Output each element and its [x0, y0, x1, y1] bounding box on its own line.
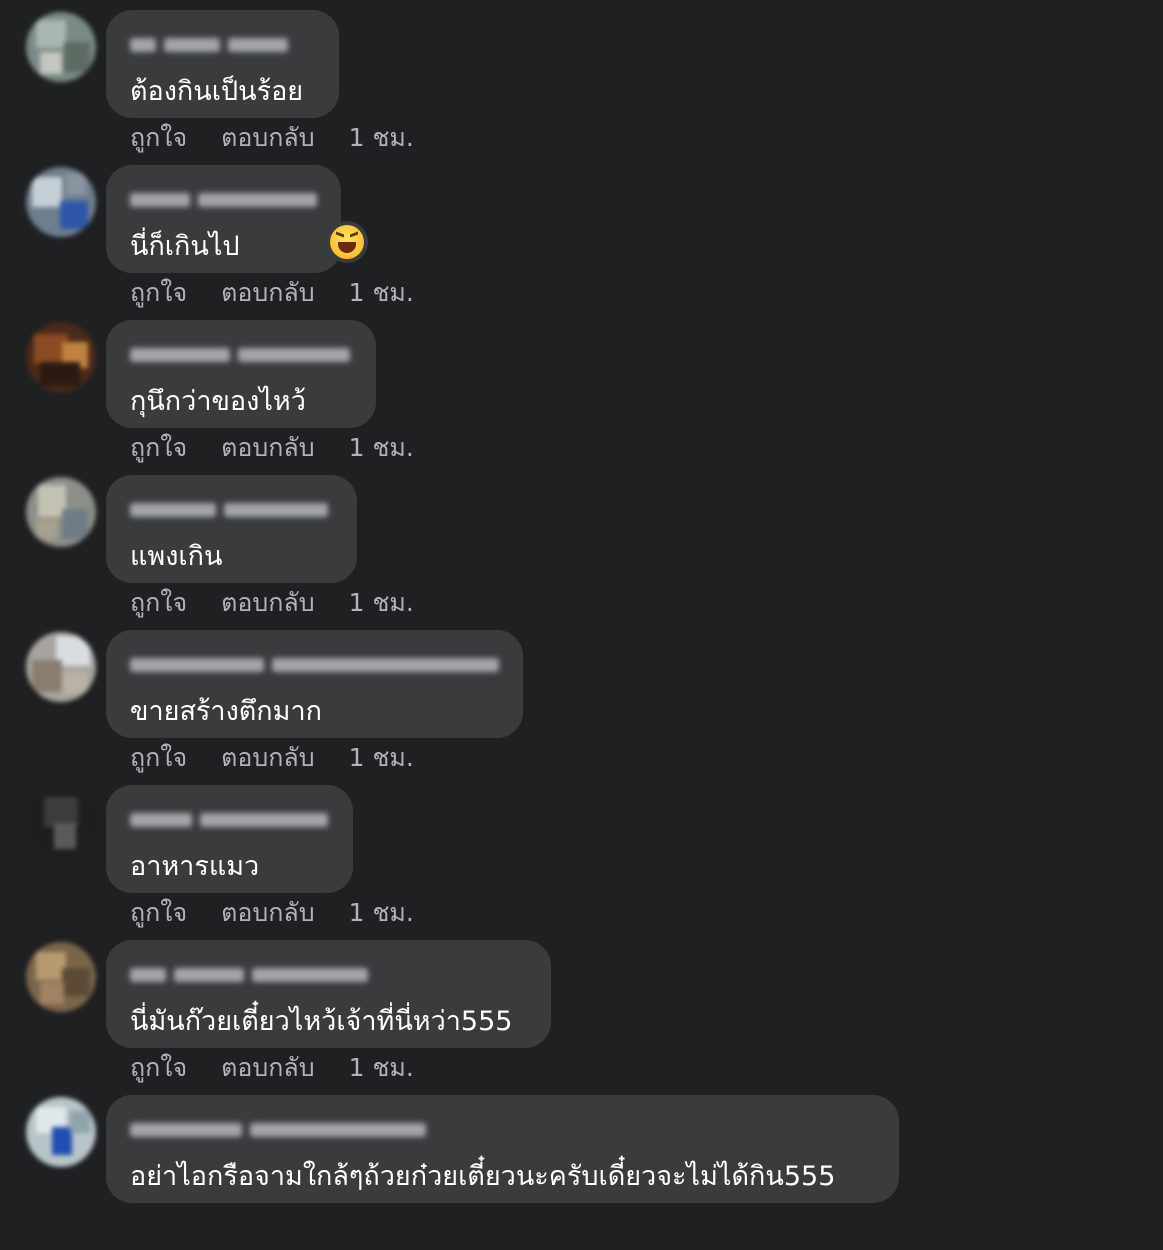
- comment-bubble: นี่มันก๊วยเตี๋ยวไหว้เจ้าที่นี่หว่า555: [106, 940, 551, 1048]
- comment-actions: ถูกใจ ตอบกลับ 1 ชม.: [130, 118, 414, 158]
- reply-button[interactable]: ตอบกลับ: [221, 428, 314, 468]
- comment-text: อย่าไอกรือจามใกล้ๆถ้วยก๋วยเตี๋ยวนะครับเด…: [130, 1161, 836, 1192]
- comment-bubble: อาหารแมว: [106, 785, 353, 893]
- comment: นี่มันก๊วยเตี๋ยวไหว้เจ้าที่นี่หว่า555 ถู…: [0, 940, 1163, 1095]
- timestamp[interactable]: 1 ชม.: [349, 893, 414, 933]
- author-name-redacted[interactable]: [130, 653, 499, 677]
- comment-text: นี่มันก๊วยเตี๋ยวไหว้เจ้าที่นี่หว่า555: [130, 1006, 513, 1037]
- avatar[interactable]: [26, 322, 96, 392]
- comment-actions: ถูกใจ ตอบกลับ 1 ชม.: [130, 1048, 414, 1088]
- comment: แพงเกิน ถูกใจ ตอบกลับ 1 ชม.: [0, 475, 1163, 630]
- reply-button[interactable]: ตอบกลับ: [221, 738, 314, 778]
- avatar[interactable]: [26, 167, 96, 237]
- avatar[interactable]: [26, 942, 96, 1012]
- author-name-redacted[interactable]: [130, 33, 315, 57]
- comment-bubble: แพงเกิน: [106, 475, 357, 583]
- avatar[interactable]: [26, 477, 96, 547]
- author-name-redacted[interactable]: [130, 808, 329, 832]
- avatar[interactable]: [26, 632, 96, 702]
- reply-button[interactable]: ตอบกลับ: [221, 118, 314, 158]
- reply-button[interactable]: ตอบกลับ: [221, 893, 314, 933]
- comment-bubble: อย่าไอกรือจามใกล้ๆถ้วยก๋วยเตี๋ยวนะครับเด…: [106, 1095, 899, 1203]
- haha-reaction-icon[interactable]: [326, 221, 368, 263]
- comment: นี่ก็เกินไป ถูกใจ ตอบกลับ 1 ชม.: [0, 165, 1163, 320]
- like-button[interactable]: ถูกใจ: [130, 893, 187, 933]
- like-button[interactable]: ถูกใจ: [130, 118, 187, 158]
- avatar[interactable]: [26, 12, 96, 82]
- author-name-redacted[interactable]: [130, 963, 527, 987]
- like-button[interactable]: ถูกใจ: [130, 428, 187, 468]
- comment-text: ขายสร้างตึกมาก: [130, 696, 322, 727]
- comment-actions: ถูกใจ ตอบกลับ 1 ชม.: [130, 583, 414, 623]
- timestamp[interactable]: 1 ชม.: [349, 273, 414, 313]
- author-name-redacted[interactable]: [130, 188, 317, 212]
- timestamp[interactable]: 1 ชม.: [349, 583, 414, 623]
- author-name-redacted[interactable]: [130, 498, 333, 522]
- laughing-face-icon: [330, 225, 364, 259]
- comment-actions: ถูกใจ ตอบกลับ 1 ชม.: [130, 738, 414, 778]
- author-name-redacted[interactable]: [130, 1118, 875, 1142]
- like-button[interactable]: ถูกใจ: [130, 583, 187, 623]
- comment-text: กุนึกว่าของไหว้: [130, 386, 306, 417]
- comment: ขายสร้างตึกมาก ถูกใจ ตอบกลับ 1 ชม.: [0, 630, 1163, 785]
- comment-bubble: ขายสร้างตึกมาก: [106, 630, 523, 738]
- reply-button[interactable]: ตอบกลับ: [221, 583, 314, 623]
- comment: อาหารแมว ถูกใจ ตอบกลับ 1 ชม.: [0, 785, 1163, 940]
- reply-button[interactable]: ตอบกลับ: [221, 273, 314, 313]
- comment-actions: ถูกใจ ตอบกลับ 1 ชม.: [130, 893, 414, 933]
- timestamp[interactable]: 1 ชม.: [349, 118, 414, 158]
- timestamp[interactable]: 1 ชม.: [349, 1048, 414, 1088]
- comment-actions: ถูกใจ ตอบกลับ 1 ชม.: [130, 273, 414, 313]
- comment-actions: ถูกใจ ตอบกลับ 1 ชม.: [130, 428, 414, 468]
- comment-text: ต้องกินเป็นร้อย: [130, 76, 304, 107]
- comment-bubble: นี่ก็เกินไป: [106, 165, 341, 273]
- avatar[interactable]: [26, 787, 96, 857]
- comment-text: อาหารแมว: [130, 851, 260, 882]
- author-name-redacted[interactable]: [130, 343, 352, 367]
- like-button[interactable]: ถูกใจ: [130, 273, 187, 313]
- reply-button[interactable]: ตอบกลับ: [221, 1048, 314, 1088]
- timestamp[interactable]: 1 ชม.: [349, 738, 414, 778]
- like-button[interactable]: ถูกใจ: [130, 738, 187, 778]
- comment-bubble: กุนึกว่าของไหว้: [106, 320, 376, 428]
- comment: อย่าไอกรือจามใกล้ๆถ้วยก๋วยเตี๋ยวนะครับเด…: [0, 1095, 1163, 1250]
- timestamp[interactable]: 1 ชม.: [349, 428, 414, 468]
- comment-bubble: ต้องกินเป็นร้อย: [106, 10, 339, 118]
- comment-text: แพงเกิน: [130, 541, 223, 572]
- avatar[interactable]: [26, 1097, 96, 1167]
- comment: ต้องกินเป็นร้อย ถูกใจ ตอบกลับ 1 ชม.: [0, 10, 1163, 165]
- comment-text: นี่ก็เกินไป: [130, 231, 240, 262]
- like-button[interactable]: ถูกใจ: [130, 1048, 187, 1088]
- comment: กุนึกว่าของไหว้ ถูกใจ ตอบกลับ 1 ชม.: [0, 320, 1163, 475]
